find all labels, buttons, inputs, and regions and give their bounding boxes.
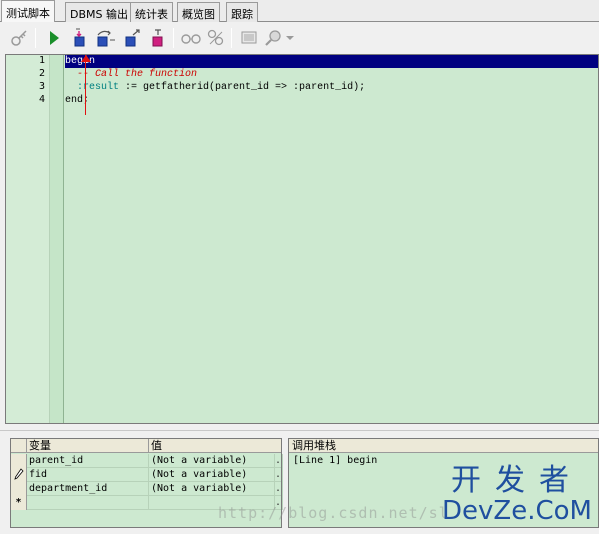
watch-glasses-icon[interactable] bbox=[180, 27, 202, 49]
variable-row[interactable]: department_id (Not a variable) ... bbox=[11, 482, 283, 496]
code-line: begin bbox=[65, 55, 598, 68]
run-to-exception-icon[interactable] bbox=[147, 27, 169, 49]
code-area[interactable]: begin -- Call the function :result := ge… bbox=[65, 55, 598, 423]
call-stack-header: 调用堆栈 bbox=[289, 439, 598, 453]
row-indicator bbox=[11, 454, 27, 468]
execute-icon[interactable] bbox=[43, 27, 65, 49]
variables-header: 变量 值 bbox=[11, 439, 281, 453]
tab-bar: 测试脚本 DBMS 输出 统计表 概览图 跟踪 bbox=[0, 0, 599, 22]
call-stack-entry[interactable]: [Line 1] begin bbox=[293, 455, 377, 466]
dropdown-arrow-icon[interactable] bbox=[283, 27, 297, 49]
watermark-logo-cn: 开发者 bbox=[451, 463, 583, 498]
watermark-url: http://blog.csdn.net/sl bbox=[218, 504, 449, 522]
variable-row[interactable]: parent_id (Not a variable) ... bbox=[11, 454, 283, 468]
variable-name[interactable]: parent_id bbox=[27, 454, 149, 468]
script-editor[interactable]: 1 2 3 4 begin -- Call the function :resu… bbox=[5, 54, 599, 424]
edit-pencil-icon bbox=[11, 468, 27, 482]
ellipsis-button[interactable]: ... bbox=[275, 482, 283, 496]
variable-row[interactable]: fid (Not a variable) ... bbox=[11, 468, 283, 482]
tab-dbms-output[interactable]: DBMS 输出 bbox=[65, 2, 133, 22]
ellipsis-button[interactable]: ... bbox=[275, 454, 283, 468]
line-number: 2 bbox=[38, 68, 45, 79]
code-line: -- Call the function bbox=[65, 68, 598, 81]
ellipsis-button[interactable]: ... bbox=[275, 468, 283, 482]
step-into-icon[interactable] bbox=[69, 27, 91, 49]
line-number: 3 bbox=[38, 81, 45, 92]
variable-value[interactable]: (Not a variable) bbox=[149, 454, 275, 468]
code-line: :result := getfatherid(parent_id => :par… bbox=[65, 81, 598, 94]
variable-name[interactable]: department_id bbox=[27, 482, 149, 496]
debug-toolbar bbox=[0, 23, 599, 53]
row-indicator bbox=[11, 482, 27, 496]
new-row-asterisk-icon: * bbox=[11, 496, 27, 510]
column-header-value[interactable]: 值 bbox=[149, 439, 283, 453]
screen-icon[interactable] bbox=[238, 27, 260, 49]
line-number: 1 bbox=[38, 55, 45, 66]
variable-value[interactable]: (Not a variable) bbox=[149, 482, 275, 496]
code-comment: -- Call the function bbox=[77, 69, 198, 80]
line-number-gutter: 1 2 3 4 bbox=[6, 55, 50, 423]
tab-test-script[interactable]: 测试脚本 bbox=[1, 0, 55, 22]
variable-value[interactable]: (Not a variable) bbox=[149, 468, 275, 482]
code-statement: := getfatherid(parent_id => :parent_id); bbox=[119, 82, 366, 93]
search-icon[interactable] bbox=[262, 27, 284, 49]
tab-statistics[interactable]: 统计表 bbox=[130, 2, 173, 22]
breakpoint-margin[interactable] bbox=[50, 55, 64, 423]
step-out-icon[interactable] bbox=[122, 27, 144, 49]
row-indicator-header bbox=[11, 439, 27, 453]
debug-settings-icon[interactable] bbox=[8, 27, 30, 49]
tab-profiler[interactable]: 概览图 bbox=[177, 2, 220, 22]
execution-pointer-icon bbox=[81, 55, 91, 62]
watermark-logo-en: DevZe.CoM bbox=[442, 496, 592, 526]
tab-trace[interactable]: 跟踪 bbox=[226, 2, 258, 22]
code-line: end; bbox=[65, 94, 598, 107]
variable-name[interactable]: fid bbox=[27, 468, 149, 482]
column-header-variable[interactable]: 变量 bbox=[27, 439, 149, 453]
code-bind-variable: :result bbox=[77, 82, 120, 93]
line-number: 4 bbox=[38, 94, 45, 105]
execution-cursor-line bbox=[85, 55, 86, 115]
variable-name[interactable] bbox=[27, 496, 149, 510]
set-variable-icon[interactable] bbox=[205, 27, 227, 49]
watermark-logo: 开发者 DevZe.CoM bbox=[438, 464, 596, 530]
step-over-icon[interactable] bbox=[95, 27, 117, 49]
